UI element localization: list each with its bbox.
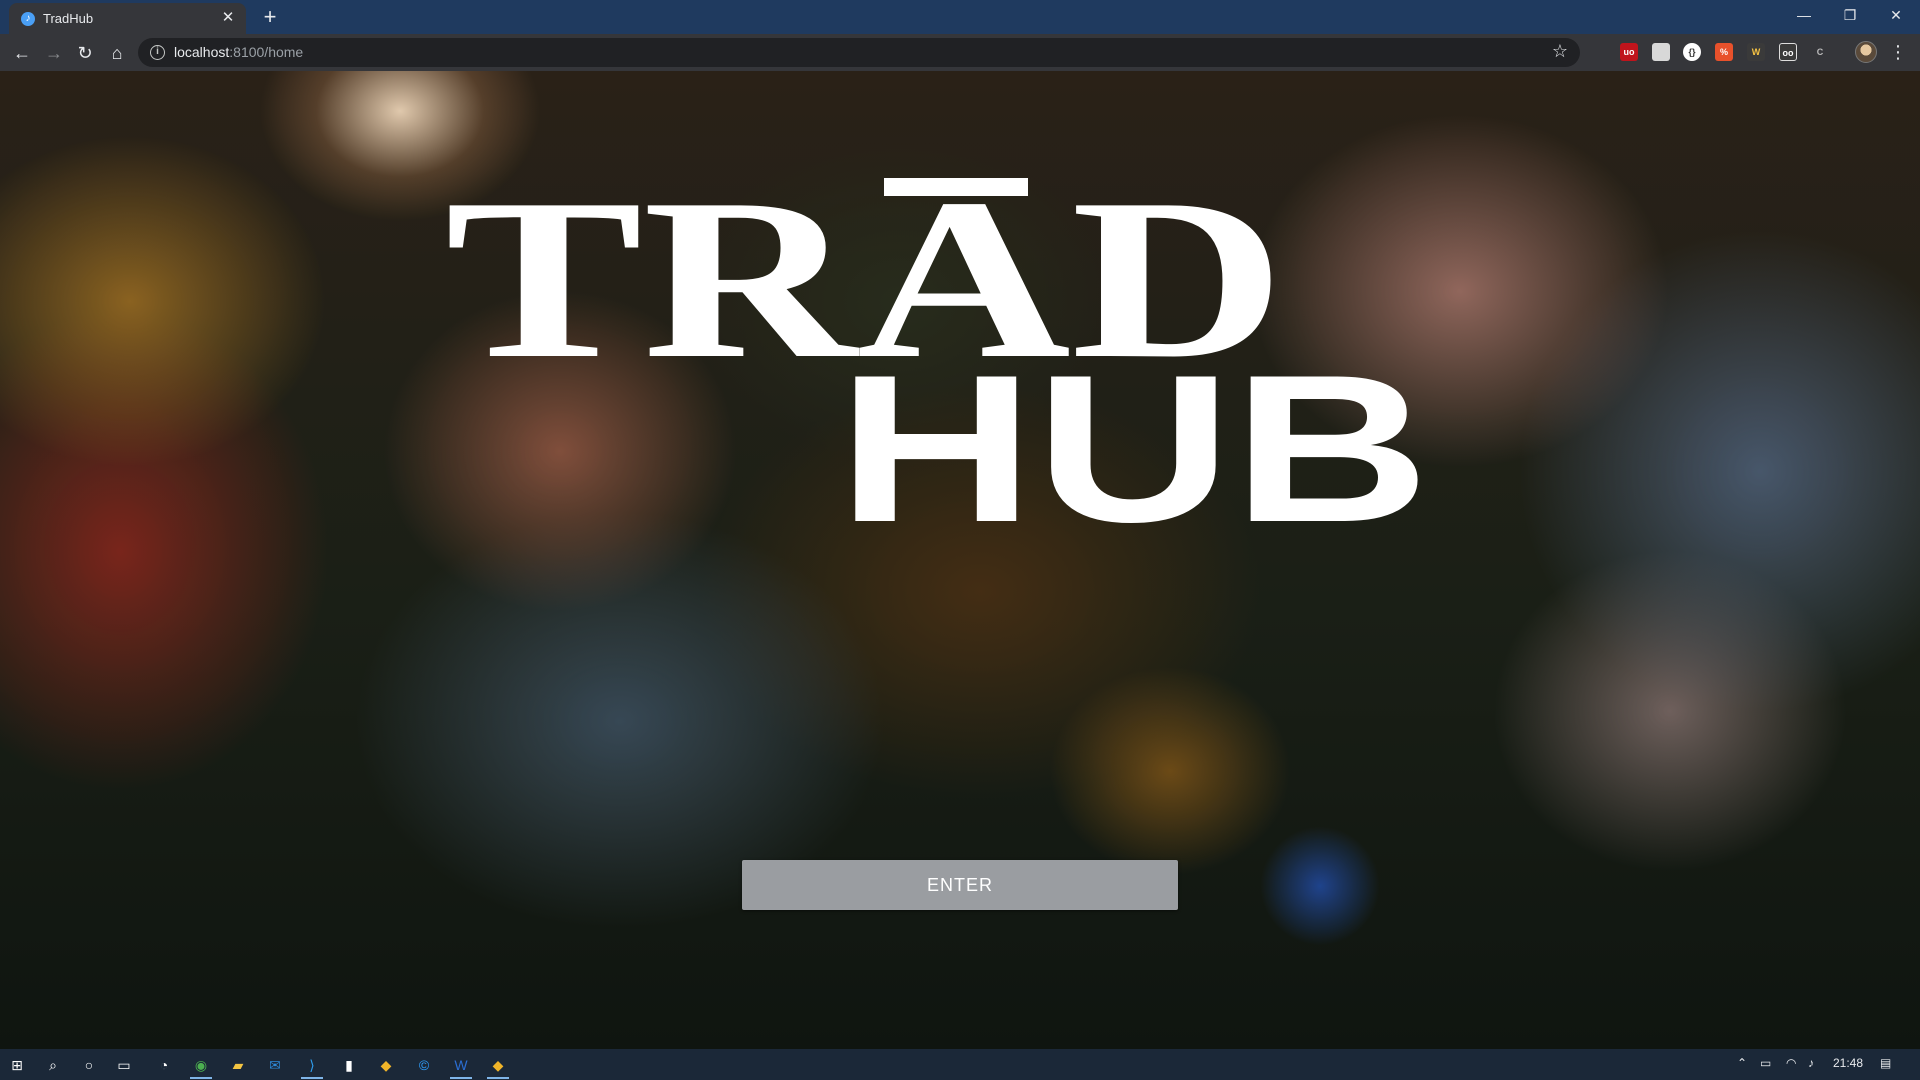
close-window-button[interactable]: ✕ — [1873, 0, 1919, 30]
browser-toolbar: ← → ↻ ⌂ i localhost:8100/home ☆ uo {} % … — [0, 34, 1920, 71]
logo-line-hub: HUB — [837, 331, 1430, 566]
restore-button[interactable]: ❐ — [1827, 0, 1873, 30]
browser-tabstrip: ♪ TradHub ✕ + — ❐ ✕ — [0, 0, 1920, 34]
chrome-menu-icon[interactable]: ⋮ — [1888, 38, 1908, 66]
git-icon-2[interactable]: ◆ — [487, 1054, 509, 1079]
windows-start-icon[interactable]: ⊞ — [6, 1054, 28, 1076]
w-extension-icon[interactable]: W — [1747, 43, 1765, 61]
vscode-icon[interactable]: ⟩ — [301, 1054, 323, 1079]
new-tab-button[interactable]: + — [258, 6, 282, 30]
forward-arrow-icon[interactable]: → — [40, 39, 68, 67]
c-extension-icon[interactable]: C — [1811, 43, 1829, 61]
task-view-icon[interactable]: ▭ — [113, 1054, 135, 1076]
home-icon[interactable]: ⌂ — [103, 39, 131, 67]
address-bar[interactable]: i localhost:8100/home ☆ — [138, 38, 1580, 67]
windows-taskbar: ⊞ ⌕ ○ ▭ ◔ ◉ ▰ ✉ ⟩ ▮ ◆ © W ◆ ⌃ ▭ ◠ ♪ 21:4… — [0, 1049, 1920, 1080]
url-path: :8100/home — [229, 44, 304, 60]
glasses-extension-icon[interactable]: oo — [1779, 43, 1797, 61]
chrome-taskbar-icon[interactable]: ◉ — [190, 1054, 212, 1079]
tray-chevron-icon[interactable]: ⌃ — [1737, 1056, 1747, 1070]
cortana-icon[interactable]: ○ — [78, 1054, 100, 1076]
profile-avatar[interactable] — [1855, 41, 1877, 63]
ublock-extension-icon[interactable]: uo — [1620, 43, 1638, 61]
file-explorer-icon[interactable]: ▰ — [227, 1054, 249, 1076]
tab-title: TradHub — [43, 11, 94, 26]
action-center-icon[interactable]: ▤ — [1880, 1056, 1891, 1070]
tab-tradhub[interactable]: ♪ TradHub ✕ — [9, 3, 246, 34]
percent-extension-icon[interactable]: % — [1715, 43, 1733, 61]
clock-time[interactable]: 21:48 — [1833, 1056, 1863, 1070]
bookmark-star-icon[interactable]: ☆ — [1552, 41, 1568, 62]
c-app-icon[interactable]: © — [413, 1054, 435, 1076]
git-icon[interactable]: ◆ — [375, 1054, 397, 1076]
minimize-button[interactable]: — — [1781, 0, 1827, 30]
terminal-icon[interactable]: ▮ — [338, 1054, 360, 1076]
mail-icon[interactable]: ✉ — [264, 1054, 286, 1076]
wifi-icon[interactable]: ◠ — [1786, 1056, 1796, 1070]
search-icon[interactable]: ⌕ — [42, 1054, 64, 1076]
word-icon[interactable]: W — [450, 1054, 472, 1079]
blank-extension-icon[interactable] — [1652, 43, 1670, 61]
battery-icon[interactable]: ▭ — [1760, 1056, 1771, 1070]
back-arrow-icon[interactable]: ← — [8, 39, 36, 67]
url-host: localhost — [174, 44, 230, 60]
site-info-icon[interactable]: i — [150, 45, 165, 60]
close-tab-icon[interactable]: ✕ — [219, 9, 237, 27]
reload-icon[interactable]: ↻ — [71, 39, 99, 67]
volume-icon[interactable]: ♪ — [1808, 1056, 1814, 1070]
music-note-icon: ♪ — [21, 12, 35, 26]
app-icon-1[interactable]: ◔ — [153, 1054, 175, 1076]
page-hero-background: TRAD HUB ENTER — [0, 71, 1920, 1049]
enter-button[interactable]: ENTER — [742, 860, 1178, 910]
url-text[interactable]: localhost:8100/home — [174, 44, 303, 60]
json-extension-icon[interactable]: {} — [1683, 43, 1701, 61]
